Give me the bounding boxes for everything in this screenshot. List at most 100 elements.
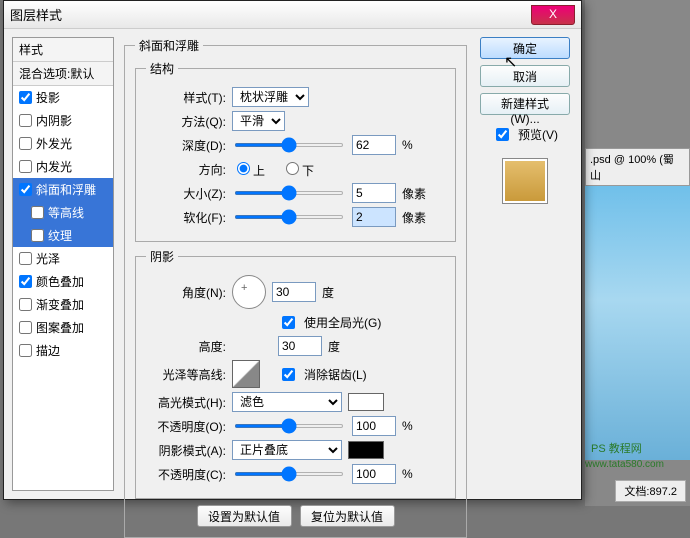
chk-stroke[interactable] — [19, 344, 32, 357]
gloss-label: 光泽等高线: — [146, 366, 226, 383]
technique-label: 方法(Q): — [146, 113, 226, 130]
chk-patternoverlay[interactable] — [19, 321, 32, 334]
smode-label: 阴影模式(A): — [146, 442, 226, 459]
altitude-input[interactable] — [278, 336, 322, 356]
antialias-chk[interactable] — [282, 368, 295, 381]
sidebar-item-contour[interactable]: 等高线 — [13, 201, 113, 224]
sidebar-item-gradientoverlay[interactable]: 渐变叠加 — [13, 293, 113, 316]
cancel-button[interactable]: 取消 — [480, 65, 570, 87]
sidebar-item-coloroverlay[interactable]: 颜色叠加 — [13, 270, 113, 293]
ok-button[interactable]: 确定 — [480, 37, 570, 59]
dialog-title: 图层样式 — [10, 5, 62, 24]
antialias-label: 消除锯齿(L) — [304, 366, 367, 383]
depth-slider[interactable] — [234, 143, 344, 147]
altitude-label: 高度: — [146, 338, 226, 355]
gloss-contour[interactable] — [232, 360, 260, 388]
dir-up-radio[interactable] — [237, 162, 250, 175]
chk-dropshadow[interactable] — [19, 91, 32, 104]
chk-coloroverlay[interactable] — [19, 275, 32, 288]
chk-outerglow[interactable] — [19, 137, 32, 150]
style-select[interactable]: 枕状浮雕 — [232, 87, 309, 107]
size-input[interactable] — [352, 183, 396, 203]
hmode-label: 高光模式(H): — [146, 394, 226, 411]
dir-down-radio[interactable] — [286, 162, 299, 175]
shading-legend: 阴影 — [146, 248, 178, 265]
watermark: PS 教程网 — [591, 440, 642, 456]
document-tab[interactable]: .psd @ 100% (蜀 山 — [585, 148, 690, 186]
structure-group: 结构 样式(T): 枕状浮雕 方法(Q): 平滑 深度(D):% 方向: 上下 大小(… — [135, 60, 456, 242]
bevel-legend: 斜面和浮雕 — [135, 37, 203, 54]
chk-innerglow[interactable] — [19, 160, 32, 173]
sopacity-input[interactable] — [352, 464, 396, 484]
close-button[interactable]: X — [531, 5, 575, 25]
chk-texture[interactable] — [31, 229, 44, 242]
angle-label: 角度(N): — [146, 284, 226, 301]
chk-gradientoverlay[interactable] — [19, 298, 32, 311]
sidebar-item-stroke[interactable]: 描边 — [13, 339, 113, 362]
shading-group: 阴影 角度(N): 度 使用全局光(G) 高度: 度 光泽等高线: 消除锯齿(L) 高… — [135, 248, 456, 499]
effects-sidebar: 样式 混合选项:默认 投影 内阴影 外发光 内发光 斜面和浮雕 等高线 纹理 光… — [12, 37, 114, 491]
angle-wheel[interactable] — [232, 275, 266, 309]
style-label: 样式(T): — [146, 89, 226, 106]
new-style-button[interactable]: 新建样式(W)... — [480, 93, 570, 115]
soften-input[interactable] — [352, 207, 396, 227]
sidebar-item-patternoverlay[interactable]: 图案叠加 — [13, 316, 113, 339]
soften-label: 软化(F): — [146, 209, 226, 226]
smode-select[interactable]: 正片叠底 — [232, 440, 342, 460]
shadow-color[interactable] — [348, 441, 384, 459]
watermark-url: www.tata580.com — [585, 459, 664, 470]
preview-chk[interactable] — [496, 128, 509, 141]
sopacity-slider[interactable] — [234, 472, 344, 476]
hopacity-input[interactable] — [352, 416, 396, 436]
status-bar: 文档:897.2 — [615, 480, 686, 502]
main-panel: 斜面和浮雕 结构 样式(T): 枕状浮雕 方法(Q): 平滑 深度(D):% 方向:… — [120, 37, 471, 491]
size-label: 大小(Z): — [146, 185, 226, 202]
dir-up[interactable]: 上 — [232, 159, 265, 179]
sidebar-item-bevel[interactable]: 斜面和浮雕 — [13, 178, 113, 201]
preview-label: 预览(V) — [518, 126, 558, 143]
soften-unit: 像素 — [402, 209, 426, 226]
depth-unit: % — [402, 138, 413, 152]
layer-style-dialog: 图层样式 X 样式 混合选项:默认 投影 内阴影 外发光 内发光 斜面和浮雕 等… — [3, 0, 582, 500]
right-column: 确定 取消 新建样式(W)... 预览(V) — [477, 37, 573, 491]
sidebar-header-blend[interactable]: 混合选项:默认 — [13, 62, 113, 86]
sidebar-item-texture[interactable]: 纹理 — [13, 224, 113, 247]
canvas-bg: .psd @ 100% (蜀 山 PS 教程网 www.tata580.com — [585, 0, 690, 506]
sidebar-header-styles[interactable]: 样式 — [13, 38, 113, 62]
depth-input[interactable] — [352, 135, 396, 155]
titlebar[interactable]: 图层样式 X — [4, 1, 581, 29]
soften-slider[interactable] — [234, 215, 344, 219]
structure-legend: 结构 — [146, 60, 178, 77]
direction-label: 方向: — [146, 161, 226, 178]
global-light-chk[interactable] — [282, 316, 295, 329]
chk-contour[interactable] — [31, 206, 44, 219]
preview-swatch — [502, 158, 548, 204]
global-light-label: 使用全局光(G) — [304, 314, 381, 331]
size-slider[interactable] — [234, 191, 344, 195]
size-unit: 像素 — [402, 185, 426, 202]
sopacity-unit: % — [402, 467, 413, 481]
bevel-group: 斜面和浮雕 结构 样式(T): 枕状浮雕 方法(Q): 平滑 深度(D):% 方向:… — [124, 37, 467, 538]
sidebar-item-innershadow[interactable]: 内阴影 — [13, 109, 113, 132]
hopacity-unit: % — [402, 419, 413, 433]
altitude-unit: 度 — [328, 338, 340, 355]
technique-select[interactable]: 平滑 — [232, 111, 285, 131]
angle-input[interactable] — [272, 282, 316, 302]
make-default-button[interactable]: 设置为默认值 — [197, 505, 292, 527]
chk-bevel[interactable] — [19, 183, 32, 196]
sidebar-item-innerglow[interactable]: 内发光 — [13, 155, 113, 178]
sopacity-label: 不透明度(C): — [146, 466, 226, 483]
hopacity-label: 不透明度(O): — [146, 418, 226, 435]
sidebar-item-outerglow[interactable]: 外发光 — [13, 132, 113, 155]
hmode-select[interactable]: 滤色 — [232, 392, 342, 412]
dir-down[interactable]: 下 — [281, 159, 314, 179]
chk-innershadow[interactable] — [19, 114, 32, 127]
sidebar-item-satin[interactable]: 光泽 — [13, 247, 113, 270]
hopacity-slider[interactable] — [234, 424, 344, 428]
reset-default-button[interactable]: 复位为默认值 — [300, 505, 395, 527]
chk-satin[interactable] — [19, 252, 32, 265]
highlight-color[interactable] — [348, 393, 384, 411]
sidebar-item-dropshadow[interactable]: 投影 — [13, 86, 113, 109]
depth-label: 深度(D): — [146, 137, 226, 154]
angle-unit: 度 — [322, 284, 334, 301]
